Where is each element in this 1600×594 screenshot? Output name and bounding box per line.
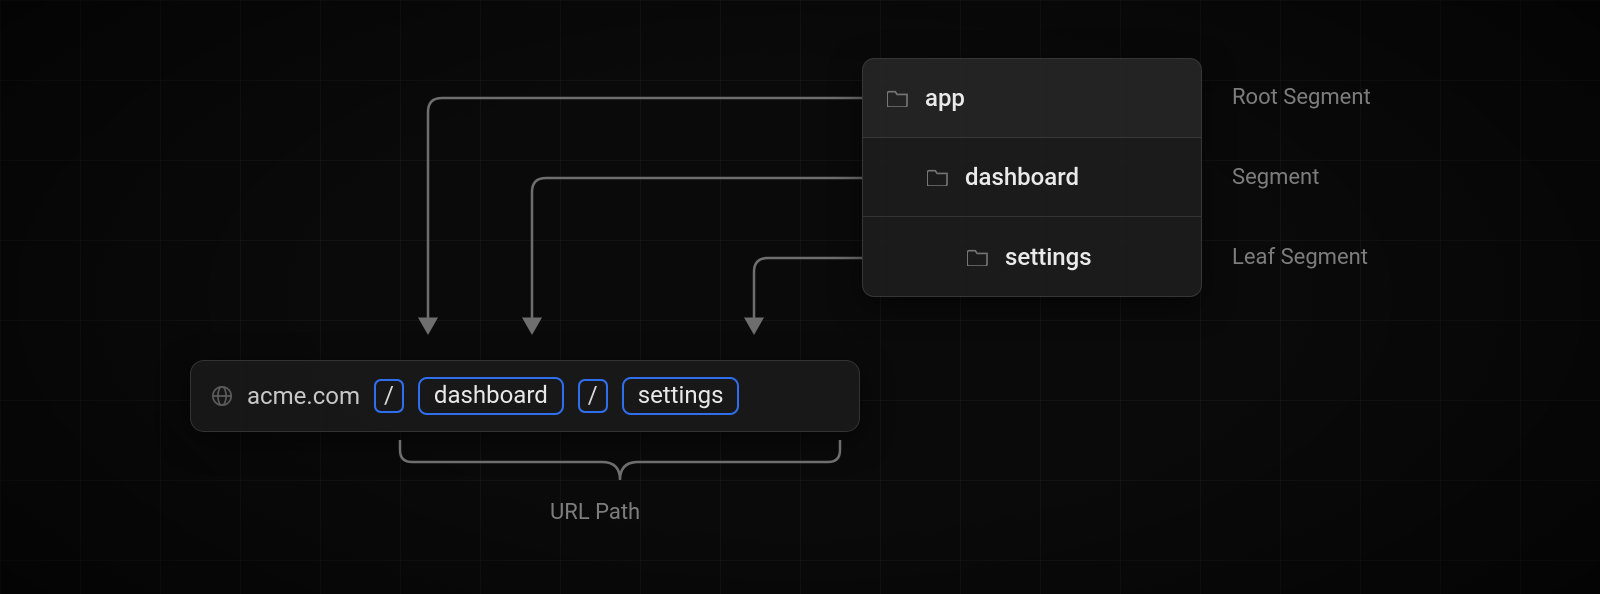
tree-annotation-root: Root Segment	[1232, 85, 1371, 110]
folder-icon	[887, 89, 909, 107]
tree-row-dashboard: dashboard	[863, 138, 1201, 217]
url-segment-dashboard: dashboard	[418, 377, 564, 415]
url-separator: /	[578, 379, 608, 413]
tree-annotation-leaf: Leaf Segment	[1232, 245, 1368, 270]
url-bar: acme.com / dashboard / settings	[190, 360, 860, 432]
tree-row-settings: settings	[863, 217, 1201, 296]
url-segment-settings: settings	[622, 377, 740, 415]
url-path-caption: URL Path	[550, 500, 640, 525]
folder-icon	[927, 168, 949, 186]
url-separator: /	[374, 379, 404, 413]
file-tree: app dashboard settings	[862, 58, 1202, 297]
url-domain: acme.com	[247, 382, 360, 410]
tree-item-label: settings	[1005, 243, 1092, 271]
tree-item-label: dashboard	[965, 163, 1079, 191]
tree-row-app: app	[863, 59, 1201, 138]
globe-icon	[211, 385, 233, 407]
url-path-brace	[400, 440, 840, 490]
tree-item-label: app	[925, 84, 965, 112]
folder-icon	[967, 248, 989, 266]
tree-annotation-segment: Segment	[1232, 165, 1319, 190]
